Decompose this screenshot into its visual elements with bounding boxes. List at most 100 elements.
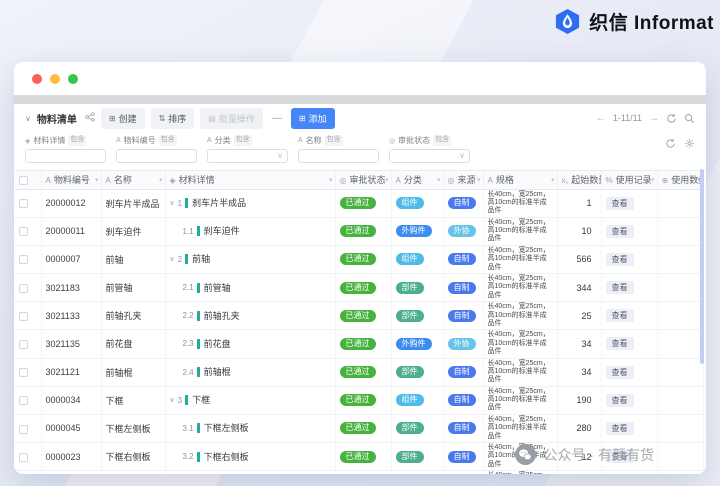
tree-index: 1.1 <box>182 226 194 236</box>
view-record-button[interactable]: 查看 <box>605 393 634 407</box>
row-checkbox[interactable] <box>19 340 28 349</box>
material-detail-chip[interactable]: 前轴 <box>185 254 210 265</box>
status-badge: 已通过 <box>339 422 376 435</box>
column-menu-icon[interactable]: ▾ <box>477 176 481 184</box>
usage-qty-cell <box>657 442 704 472</box>
table-row: 20000012 刹车片半成品 ∨ 1 刹车片半成品 已通过 组件 自制 长40cm，宽25cm… <box>15 189 704 218</box>
sort-button[interactable]: ⇅ 排序 <box>150 107 195 129</box>
refresh-icon[interactable] <box>666 113 677 124</box>
table-row: 0000034 下框 ∨ 3 下框 已通过 组件 自制 长40cm，宽25cm，高10cm的标准… <box>15 386 704 415</box>
sort-icon: ⇅ <box>158 113 166 123</box>
toolbar-divider: — <box>271 112 282 124</box>
material-detail-chip[interactable]: 前花盘 <box>196 338 231 349</box>
initial-qty-cell: 566 <box>557 245 602 275</box>
row-checkbox[interactable] <box>19 396 28 406</box>
material-detail-chip[interactable]: 下框右侧板 <box>196 451 249 462</box>
row-checkbox[interactable] <box>19 255 28 265</box>
usage-record-cell: 查看 <box>601 301 658 331</box>
category-badge: 部件 <box>395 422 424 435</box>
initial-qty-cell: 25 <box>557 301 602 331</box>
material-detail-chip[interactable]: 下框 <box>185 395 210 406</box>
gear-icon[interactable] <box>684 138 695 149</box>
spec-cell: 长40cm，宽25cm，高10cm的标准半成品件 <box>483 386 558 415</box>
column-menu-icon[interactable]: ▾ <box>95 176 99 184</box>
material-detail-cell: 2.2 前轴孔夹 <box>165 301 336 331</box>
material-detail-cell: 3.2 下框右侧板 <box>165 442 336 472</box>
filter-label: 名称 <box>305 136 322 145</box>
view-record-button[interactable]: 查看 <box>605 196 634 210</box>
initial-qty-cell: 190 <box>557 386 602 415</box>
view-record-button[interactable]: 查看 <box>605 281 634 295</box>
filter-input-名称[interactable] <box>298 149 379 163</box>
row-checkbox[interactable] <box>19 368 28 378</box>
column-menu-icon[interactable]: ▾ <box>329 176 333 184</box>
source-cell: 自制 <box>443 470 484 474</box>
select-all-header <box>15 171 42 190</box>
material-detail-chip[interactable]: 刹车迫件 <box>196 226 240 237</box>
filter-input-材料详情[interactable] <box>25 149 106 163</box>
column-header-分类: A 分类 ▾ <box>391 171 444 190</box>
view-record-button[interactable]: 查看 <box>605 337 634 351</box>
maximize-window-button[interactable] <box>68 73 78 84</box>
add-button[interactable]: ⊞ 添加 <box>290 107 335 129</box>
row-checkbox[interactable] <box>19 311 28 321</box>
sort-button-label: 排序 <box>168 113 187 124</box>
search-icon[interactable] <box>684 113 695 124</box>
status-cell: 已通过 <box>335 386 392 415</box>
row-checkbox[interactable] <box>19 452 28 462</box>
view-record-button[interactable]: 查看 <box>605 365 634 379</box>
prev-page-icon[interactable]: ← <box>596 113 606 124</box>
view-record-button[interactable]: 查看 <box>605 309 634 323</box>
table-row: 3021133 前轴孔夹 2.2 前轴孔夹 已通过 部件 自制 长40cm，宽25cm，高10… <box>15 301 704 331</box>
share-icon[interactable] <box>85 109 95 127</box>
filter-operator-tag: 包含 <box>68 135 87 146</box>
column-menu-icon[interactable]: ▾ <box>551 176 555 184</box>
row-checkbox[interactable] <box>19 199 28 209</box>
row-checkbox[interactable] <box>19 227 28 237</box>
view-record-button[interactable]: 查看 <box>605 224 634 238</box>
material-name-cell: 前轴棍 <box>101 358 166 387</box>
column-menu-icon[interactable]: ▾ <box>385 176 389 184</box>
filter-input-物料编号[interactable] <box>116 149 197 163</box>
filter-select-审批状态[interactable] <box>389 149 470 163</box>
collapse-chevron-icon[interactable]: ∨ <box>25 114 31 123</box>
column-menu-icon[interactable]: ▾ <box>651 176 655 184</box>
view-record-button[interactable]: 查看 <box>605 252 634 266</box>
refresh-table-icon[interactable] <box>665 138 676 149</box>
material-detail-chip[interactable]: 前轴棍 <box>196 367 231 378</box>
material-detail-chip[interactable]: 前轴孔夹 <box>196 310 240 321</box>
create-button[interactable]: ⊞ 创建 <box>100 107 145 129</box>
column-menu-icon[interactable]: ▾ <box>159 176 163 184</box>
tree-index: 2.3 <box>182 339 194 349</box>
row-checkbox[interactable] <box>19 283 28 293</box>
data-table: A物料编号▾A名称▾◈材料详情▾◎审批状态▾A分类▾◎来源▾A规格▾x₁起始数量… <box>14 171 706 474</box>
material-detail-chip[interactable]: 前管轴 <box>196 282 231 293</box>
view-record-button[interactable]: 查看 <box>605 421 634 435</box>
select-all-checkbox[interactable] <box>19 175 28 185</box>
minimize-window-button[interactable] <box>50 73 60 84</box>
initial-qty-cell: 34 <box>557 329 602 359</box>
material-detail-chip[interactable]: 下框左侧板 <box>196 423 249 434</box>
vertical-scrollbar[interactable] <box>700 169 704 364</box>
category-cell: 部件 <box>391 301 444 331</box>
expand-chevron-icon[interactable]: ∨ <box>170 396 175 404</box>
source-cell: 自制 <box>443 189 484 218</box>
material-name-cell: 下框 <box>101 386 166 415</box>
column-menu-icon[interactable]: ▾ <box>437 176 441 184</box>
column-header-规格: A 规格 ▾ <box>483 171 558 190</box>
next-page-icon[interactable]: → <box>649 113 659 124</box>
batch-actions-button[interactable]: ▤ 批量操作 <box>200 107 263 129</box>
expand-chevron-icon[interactable]: ∨ <box>170 255 175 263</box>
row-checkbox[interactable] <box>19 424 28 434</box>
filter-label: 分类 <box>214 136 231 145</box>
column-menu-icon[interactable]: ▾ <box>595 176 599 184</box>
close-window-button[interactable] <box>32 73 42 84</box>
filter-分类: A 分类 包含 <box>207 135 288 163</box>
material-detail-cell: 2.4 前轴棍 <box>165 358 336 387</box>
column-header-名称: A 名称 ▾ <box>101 171 166 190</box>
expand-chevron-icon[interactable]: ∨ <box>170 199 175 207</box>
usage-record-cell: 查看 <box>601 358 658 387</box>
column-header-label: 分类 <box>403 175 422 186</box>
material-detail-chip[interactable]: 刹车片半成品 <box>185 198 246 209</box>
filter-select-分类[interactable] <box>207 149 288 163</box>
